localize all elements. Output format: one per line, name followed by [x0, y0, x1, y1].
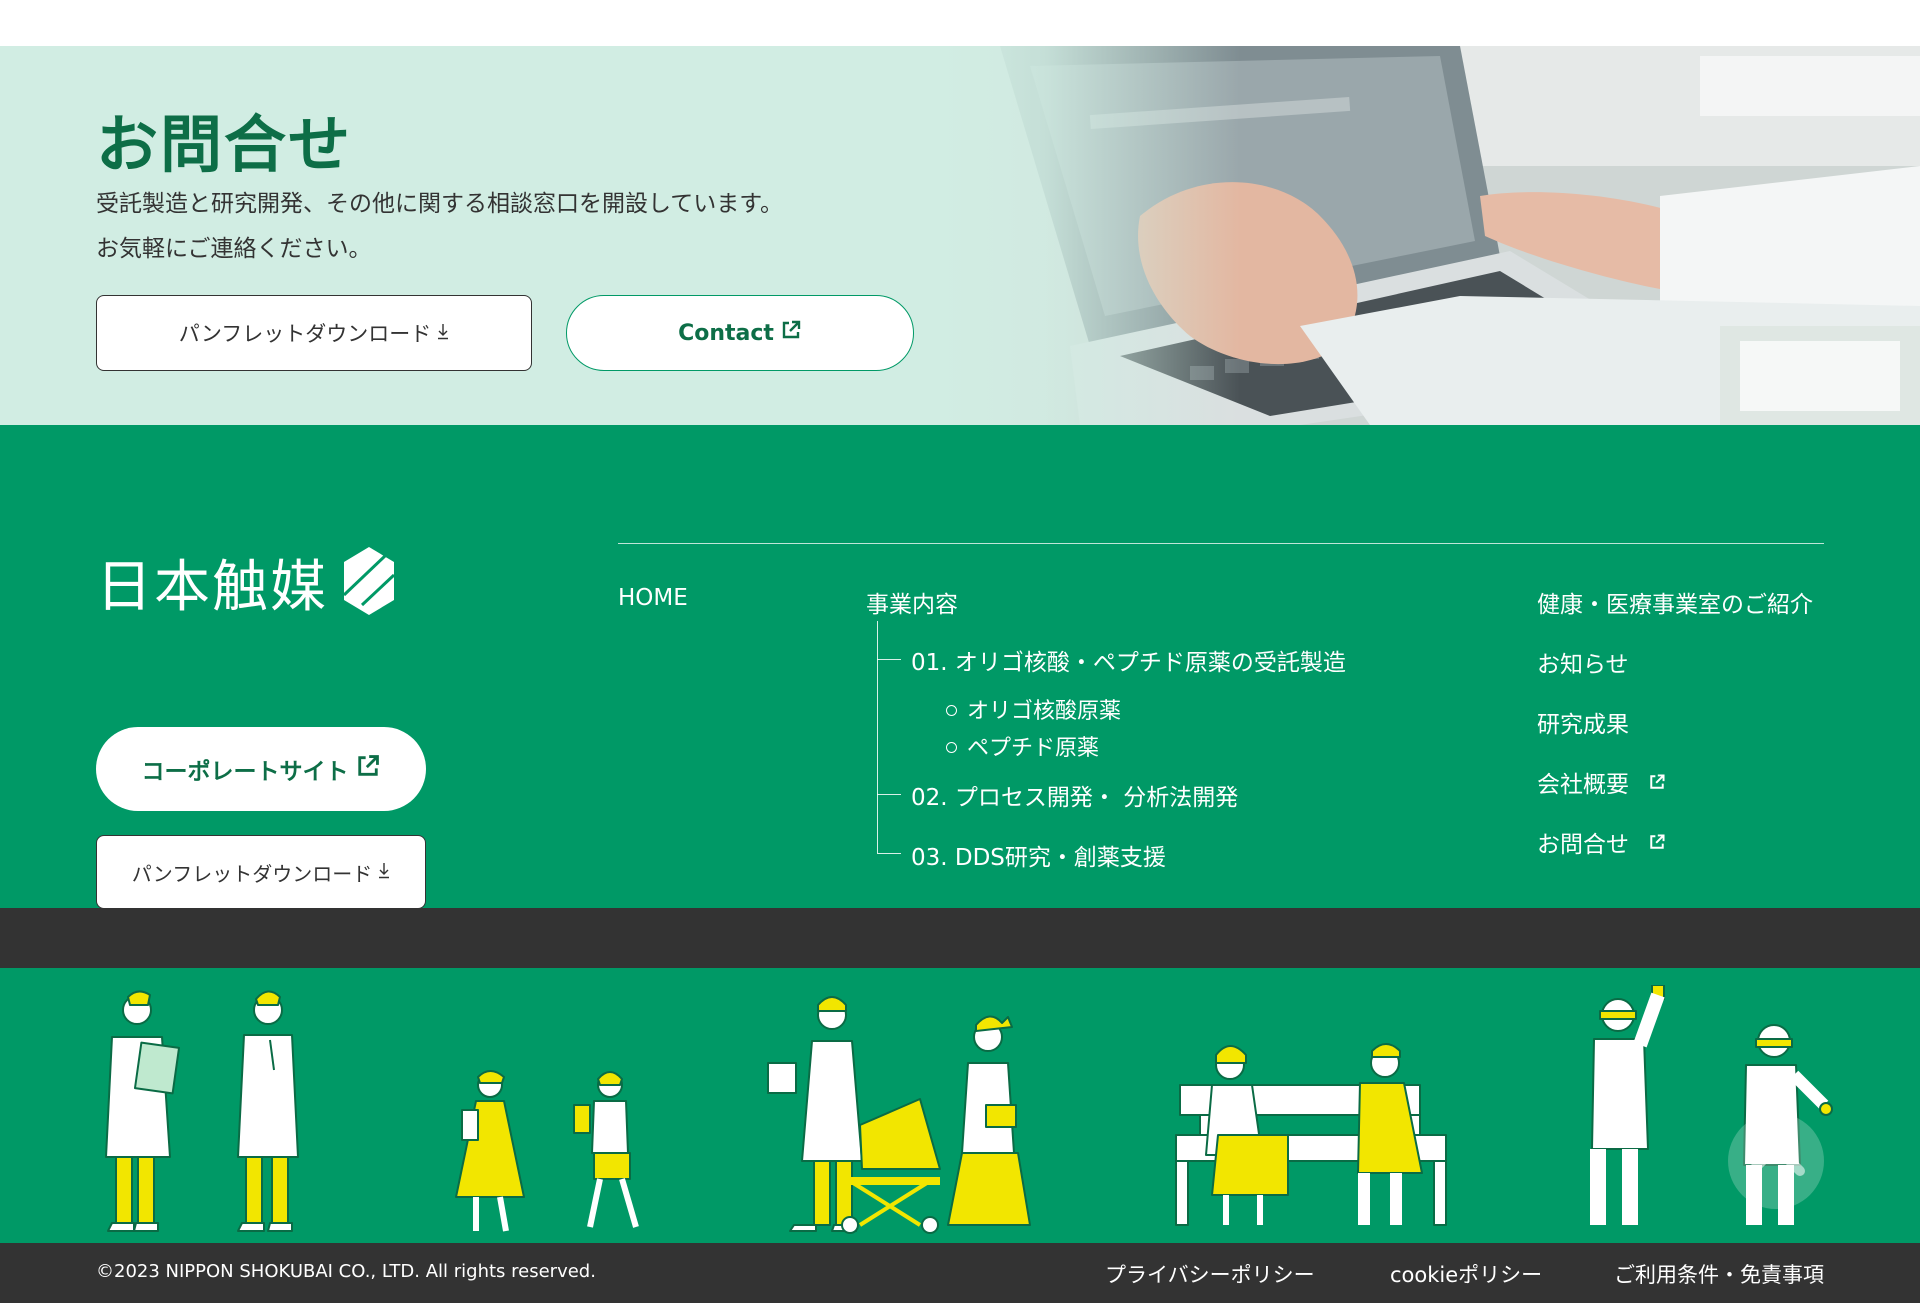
- contact-section: お問合せ 受託製造と研究開発、その他に関する相談窓口を開設しています。 お気軽に…: [0, 46, 1920, 425]
- kid-figure-2: [573, 1071, 639, 1228]
- footer-nav-contact-label: お問合せ: [1537, 832, 1629, 858]
- footer-pamphlet-download-button[interactable]: パンフレットダウンロード: [96, 835, 426, 909]
- footer-nav-oligo-peptide-contract[interactable]: 01. オリゴ核酸・ペプチド原薬の受託製造: [911, 643, 1346, 677]
- parent-figure: [767, 996, 863, 1232]
- nav-tree-branch: [877, 794, 901, 795]
- top-strip: [0, 0, 1920, 46]
- corporate-site-label: コーポレートサイト: [141, 759, 349, 785]
- woman-figure: [947, 1015, 1031, 1226]
- contact-button[interactable]: Contact: [566, 295, 914, 371]
- footer-nav-oligo-api[interactable]: オリゴ核酸原薬: [946, 693, 1121, 725]
- nav-tree-branch: [877, 659, 901, 660]
- back-to-top-button[interactable]: [1728, 1113, 1824, 1209]
- contact-text-line-1: 受託製造と研究開発、その他に関する相談窓口を開設しています。: [96, 191, 784, 217]
- external-link-icon: [1648, 831, 1666, 857]
- bench-man-figure: [1357, 1043, 1423, 1225]
- bottom-bar: ©2023 NIPPON SHOKUBAI CO., LTD. All righ…: [0, 1243, 1920, 1303]
- footer-nav-contact[interactable]: お問合せ: [1537, 825, 1666, 859]
- company-logo[interactable]: 日本触媒: [96, 542, 396, 623]
- people-illustration: [105, 985, 1833, 1234]
- contact-button-label: Contact: [678, 320, 774, 346]
- footer-nav-business[interactable]: 事業内容: [866, 585, 958, 619]
- doctor-figure-1: [105, 990, 181, 1232]
- corporate-site-button[interactable]: コーポレートサイト: [96, 727, 426, 811]
- terms-of-use-link[interactable]: ご利用条件・免責事項: [1614, 1259, 1824, 1289]
- external-link-icon: [355, 753, 381, 785]
- copyright-text: ©2023 NIPPON SHOKUBAI CO., LTD. All righ…: [96, 1261, 596, 1282]
- contact-text-line-2: お気軽にご連絡ください。: [96, 236, 372, 262]
- bench-woman-figure: [1205, 1045, 1289, 1225]
- site-footer: 日本触媒 コーポレートサイト パンフレットダウンロード HOME 事業内容 01…: [0, 425, 1920, 1243]
- nav-tree-line: [877, 621, 878, 853]
- pamphlet-download-label: パンフレットダウンロード: [178, 322, 432, 346]
- cookie-policy-link[interactable]: cookieポリシー: [1390, 1259, 1542, 1289]
- download-icon: [378, 860, 390, 884]
- logo-hexagon-icon: [342, 545, 396, 621]
- footer-nav-news[interactable]: お知らせ: [1537, 645, 1629, 679]
- footer-nav-home[interactable]: HOME: [618, 585, 688, 611]
- pamphlet-download-button[interactable]: パンフレットダウンロード: [96, 295, 532, 371]
- privacy-policy-link[interactable]: プライバシーポリシー: [1105, 1259, 1315, 1289]
- arrow-up-icon: [1744, 1139, 1808, 1183]
- footer-pamphlet-label: パンフレットダウンロード: [131, 861, 373, 886]
- download-icon: [437, 321, 449, 345]
- footer-nav-research[interactable]: 研究成果: [1537, 705, 1629, 739]
- contact-description: 受託製造と研究開発、その他に関する相談窓口を開設しています。 お気軽にご連絡くだ…: [96, 182, 783, 272]
- contact-title: お問合せ: [96, 108, 353, 181]
- footer-nav-process-dev[interactable]: 02. プロセス開発・ 分析法開発: [911, 778, 1238, 812]
- doctor-figure-2: [237, 990, 299, 1232]
- footer-nav-department-intro[interactable]: 健康・医療事業室のご紹介: [1537, 585, 1813, 619]
- kid-figure-1: [455, 1070, 525, 1232]
- nav-divider-top: [618, 543, 1824, 544]
- external-link-icon: [1648, 771, 1666, 797]
- nav-tree-branch: [877, 853, 901, 854]
- worker-figure-1: [1590, 985, 1665, 1225]
- footer-nav-company-label: 会社概要: [1537, 772, 1629, 798]
- footer-nav-peptide-api[interactable]: ペプチド原薬: [946, 730, 1099, 762]
- footer-nav-dds-research[interactable]: 03. DDS研究・創薬支援: [911, 838, 1166, 872]
- footer-nav-company[interactable]: 会社概要: [1537, 765, 1666, 799]
- contact-photo-fade: [940, 46, 1240, 425]
- logo-text: 日本触媒: [96, 555, 328, 620]
- nav-divider-bottom: [0, 908, 1920, 968]
- external-link-icon: [780, 319, 802, 347]
